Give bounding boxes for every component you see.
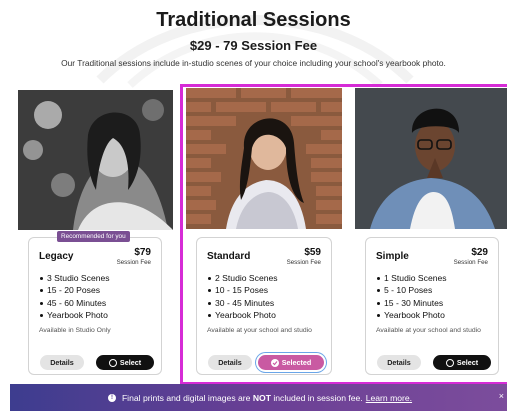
legacy-card: Recommended for you Legacy $79 Session F… [28, 231, 162, 375]
legacy-availability: Available in Studio Only [39, 327, 111, 334]
page-subtitle: $29 - 79 Session Fee [189, 38, 318, 53]
standard-price: $59 [304, 247, 321, 258]
feature-item: 1 Studio Scenes [376, 272, 447, 284]
radio-circle-icon [108, 358, 117, 367]
standard-details-button[interactable]: Details [208, 355, 252, 370]
standard-fee-label: Session Fee [286, 259, 321, 266]
feature-item: 5 - 10 Poses [376, 284, 447, 296]
simple-card: Simple $29 Session Fee 1 Studio Scenes 5… [365, 237, 499, 375]
feature-item: 10 - 15 Poses [207, 284, 278, 296]
simple-photo [355, 88, 507, 229]
banner-text-before: Final prints and digital images are [121, 392, 251, 403]
banner-text-after: included in session fee. [273, 392, 363, 403]
standard-availability: Available at your school and studio [207, 327, 312, 334]
close-icon[interactable]: × [499, 391, 504, 401]
select-label: Select [119, 358, 142, 367]
feature-item: Yearbook Photo [376, 309, 447, 321]
standard-selected-button[interactable]: Selected [258, 355, 324, 370]
feature-item: 3 Studio Scenes [39, 272, 110, 284]
simple-fee-label: Session Fee [453, 259, 488, 266]
feature-item: 2 Studio Scenes [207, 272, 278, 284]
feature-item: 30 - 45 Minutes [207, 297, 278, 309]
feature-item: Yearbook Photo [39, 309, 110, 321]
radio-circle-icon [445, 358, 454, 367]
simple-price: $29 [471, 247, 488, 258]
check-circle-icon [270, 358, 279, 367]
simple-select-button[interactable]: Select [433, 355, 491, 370]
learn-more-link[interactable]: Learn more. [366, 393, 412, 403]
details-label: Details [50, 358, 74, 367]
recommended-badge: Recommended for you [57, 231, 130, 242]
page-title: Traditional Sessions [156, 9, 351, 31]
feature-item: 45 - 60 Minutes [39, 297, 110, 309]
legacy-price: $79 [134, 247, 151, 258]
feature-item: 15 - 30 Minutes [376, 297, 447, 309]
info-banner: ! Final prints and digital images are NO… [10, 384, 507, 411]
details-label: Details [387, 358, 411, 367]
legacy-features: 3 Studio Scenes 15 - 20 Poses 45 - 60 Mi… [39, 272, 110, 321]
info-icon: ! [107, 393, 116, 402]
legacy-details-button[interactable]: Details [40, 355, 84, 370]
simple-availability: Available at your school and studio [376, 327, 481, 334]
legacy-name: Legacy [39, 251, 74, 262]
selected-label: Selected [281, 358, 312, 367]
simple-features: 1 Studio Scenes 5 - 10 Poses 15 - 30 Min… [376, 272, 447, 321]
standard-photo [186, 88, 342, 229]
standard-name: Standard [207, 251, 251, 262]
select-label: Select [456, 358, 479, 367]
page-description: Our Traditional sessions include in-stud… [61, 58, 446, 68]
simple-name: Simple [376, 251, 409, 262]
standard-features: 2 Studio Scenes 10 - 15 Poses 30 - 45 Mi… [207, 272, 278, 321]
legacy-photo [18, 90, 173, 230]
legacy-select-button[interactable]: Select [96, 355, 154, 370]
feature-item: 15 - 20 Poses [39, 284, 110, 296]
standard-card: Standard $59 Session Fee 2 Studio Scenes… [196, 237, 332, 375]
simple-details-button[interactable]: Details [377, 355, 421, 370]
legacy-fee-label: Session Fee [116, 259, 151, 266]
banner-text-bold: NOT [252, 392, 271, 403]
details-label: Details [218, 358, 242, 367]
feature-item: Yearbook Photo [207, 309, 278, 321]
